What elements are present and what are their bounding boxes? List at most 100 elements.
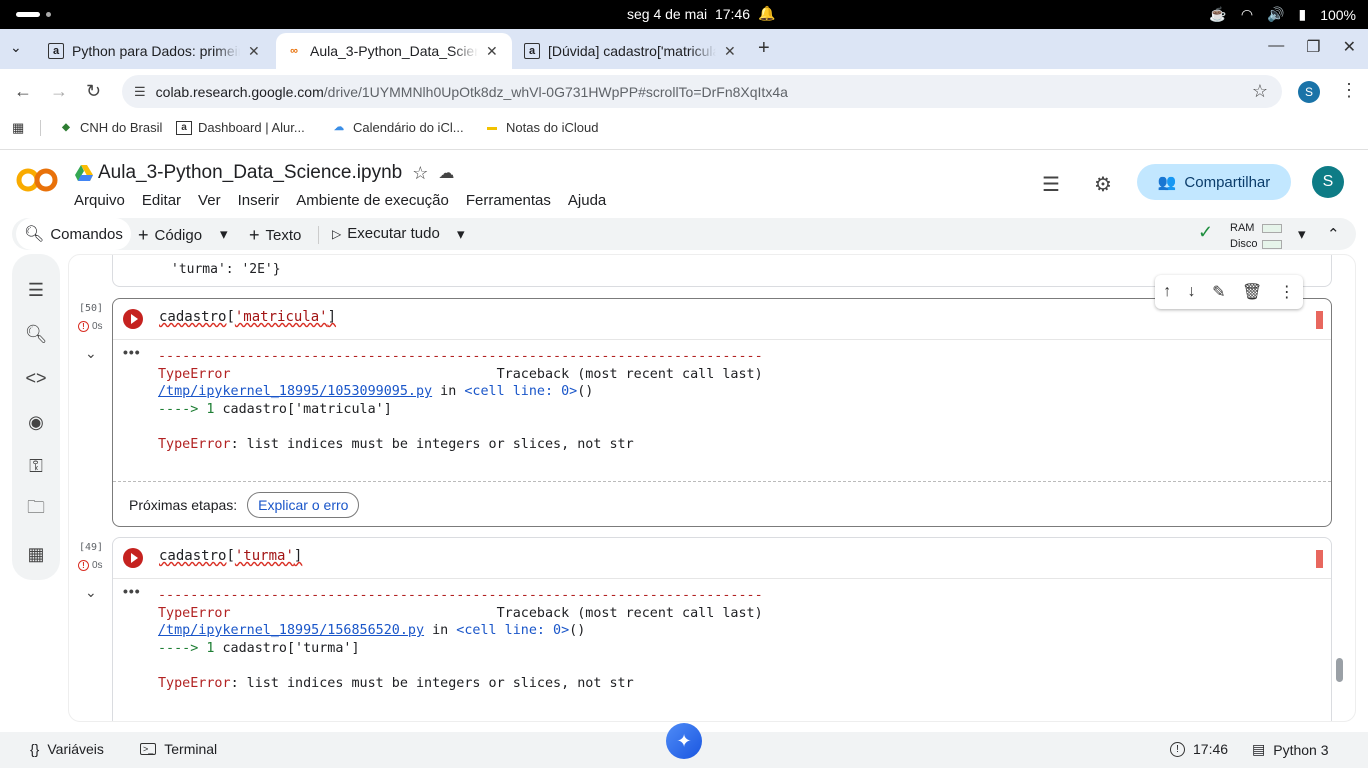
explain-error-button[interactable]: Explicar o erro — [247, 491, 360, 518]
cell-code[interactable]: cadastro['turma'] — [159, 548, 302, 564]
back-arrow-icon[interactable]: ← — [14, 81, 32, 102]
edit-pencil-icon[interactable]: ✎ — [1212, 282, 1225, 302]
menu-editar[interactable]: Editar — [142, 192, 181, 209]
add-code-label: Código — [154, 227, 203, 244]
tab-search-chevron-icon[interactable]: ⌄ — [10, 39, 22, 56]
colab-logo-icon[interactable] — [16, 166, 58, 194]
notebook-scrollbar[interactable] — [1336, 658, 1343, 682]
new-tab-plus-icon[interactable]: + — [758, 37, 770, 60]
secrets-eye-icon[interactable]: ◉ — [24, 410, 48, 434]
collapse-header-button[interactable]: ⌃ — [1327, 225, 1340, 243]
execution-count: [49] — [79, 542, 104, 553]
add-text-label: Texto — [265, 227, 302, 244]
profile-avatar[interactable]: S — [1298, 81, 1320, 103]
toolbar-pill — [12, 218, 1356, 250]
error-message: : list indices must be integers or slice… — [230, 436, 634, 452]
variables-button[interactable]: {} Variáveis — [30, 741, 104, 757]
url-path: /drive/1UYMMNlh0UpOtk8dz_whVl-0G731HWpPP… — [323, 83, 788, 100]
commands-button[interactable]: 🔍︎ Comandos — [16, 218, 131, 250]
files-folder-icon[interactable]: 🗀 — [24, 497, 48, 522]
maximize-icon[interactable]: ❐ — [1306, 37, 1320, 57]
tab-duvida-cadastro[interactable]: a [Dúvida] cadastro['matricula' ✕ — [514, 33, 750, 69]
star-icon[interactable]: ☆ — [412, 163, 428, 184]
notebook-title[interactable]: Aula_3-Python_Data_Science.ipynb — [98, 162, 402, 184]
more-options-icon[interactable]: ⋮ — [1279, 282, 1295, 302]
code-key: 'matricula' — [234, 309, 328, 325]
data-table-icon[interactable]: ▦ — [24, 542, 48, 566]
execution-status-button[interactable]: ! 17:46 — [1170, 741, 1228, 757]
table-of-contents-icon[interactable]: ☰ — [24, 278, 48, 302]
menu-inserir[interactable]: Inserir — [238, 192, 280, 209]
traceback-file-link[interactable]: /tmp/ipykernel_18995/156856520.py — [158, 623, 424, 638]
forward-arrow-icon[interactable]: → — [50, 81, 68, 102]
cloud-saved-icon[interactable]: ☁ — [438, 163, 454, 183]
menu-arquivo[interactable]: Arquivo — [74, 192, 125, 209]
collapse-output-chevron-icon[interactable]: ⌄ — [85, 345, 97, 362]
status-time: 17:46 — [1193, 741, 1229, 757]
system-tray[interactable]: ☕ ◠ 🔊 ▮ 100% — [1209, 6, 1356, 23]
close-tab-icon[interactable]: ✕ — [486, 43, 498, 60]
cell-code[interactable]: cadastro['matricula'] — [159, 309, 336, 325]
bookmark-star-icon[interactable]: ☆ — [1252, 81, 1268, 102]
account-avatar[interactable]: S — [1312, 166, 1344, 198]
find-replace-icon[interactable]: 🔍︎ — [24, 322, 48, 346]
apps-grid-icon[interactable]: ▦ — [12, 120, 24, 136]
minimize-icon[interactable]: — — [1268, 37, 1284, 57]
bookmark-calendario[interactable]: ☁ Calendário do iCl... — [331, 120, 464, 135]
output-actions-icon[interactable]: ••• — [123, 583, 141, 599]
code-cell-49[interactable]: cadastro['turma'] ••• ------------------… — [112, 537, 1332, 721]
resource-monitor[interactable]: RAM Disco — [1230, 220, 1283, 252]
runtime-button[interactable]: ▤ Python 3 — [1252, 741, 1329, 758]
gemini-sparkle-icon[interactable]: ✦ — [666, 723, 702, 759]
battery-icon: ▮ — [1298, 6, 1307, 22]
add-text-button[interactable]: + Texto — [249, 225, 301, 246]
bookmark-dashboard[interactable]: a Dashboard | Alur... — [176, 120, 305, 135]
braces-icon: {} — [30, 741, 40, 757]
reload-icon[interactable]: ↻ — [86, 81, 101, 102]
tab-aula-3[interactable]: ∞ Aula_3-Python_Data_Science ✕ — [276, 33, 512, 69]
menu-ajuda[interactable]: Ajuda — [568, 192, 606, 209]
execution-count: [50] — [79, 303, 104, 314]
add-code-dropdown[interactable]: ▾ — [220, 225, 228, 243]
error-marker — [1316, 311, 1323, 329]
bookmark-notas[interactable]: ▬ Notas do iCloud — [484, 120, 599, 135]
collapse-output-chevron-icon[interactable]: ⌄ — [85, 584, 97, 601]
system-clock[interactable]: seg 4 de mai 17:46 — [627, 6, 750, 22]
move-up-arrow-icon[interactable]: ↑ — [1163, 283, 1171, 301]
close-tab-icon[interactable]: ✕ — [248, 43, 260, 60]
tab-python-para-dados[interactable]: a Python para Dados: primeiro ✕ — [38, 33, 276, 69]
site-info-icon[interactable]: ☰ — [134, 84, 146, 100]
run-all-dropdown[interactable]: ▾ — [457, 225, 465, 243]
comments-icon[interactable]: ☰ — [1042, 172, 1060, 197]
bookmark-label: Notas do iCloud — [506, 120, 599, 135]
address-bar[interactable]: ☰ colab.research.google.com/drive/1UYMMN… — [122, 75, 1282, 108]
close-window-icon[interactable]: ✕ — [1343, 37, 1356, 57]
execution-status[interactable]: ! 0s — [78, 321, 103, 332]
traceback-file-link[interactable]: /tmp/ipykernel_18995/1053099095.py — [158, 384, 432, 399]
share-button[interactable]: 👥 Compartilhar — [1137, 164, 1291, 200]
runtime-dropdown[interactable]: ▾ — [1298, 225, 1306, 243]
close-tab-icon[interactable]: ✕ — [724, 43, 736, 60]
key-icon[interactable]: ⚿ — [24, 454, 48, 478]
add-code-button[interactable]: + Código — [138, 225, 202, 246]
bookmark-cnh[interactable]: ◆ CNH do Brasil — [58, 120, 162, 135]
settings-gear-icon[interactable]: ⚙ — [1094, 172, 1112, 197]
menu-ferramentas[interactable]: Ferramentas — [466, 192, 551, 209]
move-down-arrow-icon[interactable]: ↓ — [1188, 283, 1196, 301]
bell-icon[interactable]: 🔔 — [758, 5, 775, 22]
menu-ver[interactable]: Ver — [198, 192, 221, 209]
output-actions-icon[interactable]: ••• — [123, 344, 141, 360]
delete-trash-icon[interactable]: 🗑 — [1242, 282, 1262, 302]
run-cell-button[interactable] — [123, 548, 143, 568]
run-all-button[interactable]: ▷ Executar tudo — [332, 225, 440, 242]
menu-ambiente[interactable]: Ambiente de execução — [296, 192, 449, 209]
code-cell-50[interactable]: cadastro['matricula'] ••• --------------… — [112, 298, 1332, 527]
execution-status[interactable]: ! 0s — [78, 560, 103, 571]
code-snippets-icon[interactable]: <> — [24, 366, 48, 390]
google-drive-icon[interactable] — [75, 165, 93, 181]
browser-menu-icon[interactable]: ⋮ — [1340, 80, 1358, 101]
cell-toolbar: ↑ ↓ ✎ 🗑 ⋮ — [1155, 275, 1303, 309]
run-cell-button[interactable] — [123, 309, 143, 329]
bookmarks-bar: ▦ ◆ CNH do Brasil a Dashboard | Alur... ☁ C… — [0, 114, 1368, 142]
terminal-button[interactable]: >_ Terminal — [140, 741, 217, 757]
